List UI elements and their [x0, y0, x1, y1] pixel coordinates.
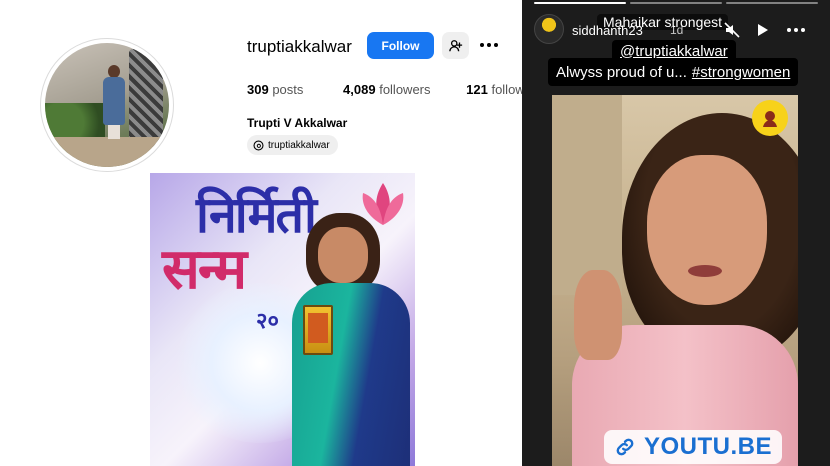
story-timestamp: 1d: [670, 23, 684, 37]
banner-title-line2: सन्म: [162, 236, 247, 302]
profile-avatar[interactable]: [40, 38, 174, 172]
link-sticker[interactable]: YOUTU.BE: [604, 430, 783, 464]
person-add-icon: [448, 39, 462, 51]
channel-logo: [752, 100, 788, 136]
link-sticker-label: YOUTU.BE: [644, 433, 773, 460]
story-panel[interactable]: Mahaikar strongest siddhanth23 1d @trupt…: [522, 0, 830, 466]
progress-segment: [726, 2, 818, 4]
story-user-avatar[interactable]: [534, 14, 564, 44]
more-horizontal-icon: [787, 28, 805, 32]
followers-stat[interactable]: 4,089 followers: [343, 82, 430, 97]
follow-button[interactable]: Follow: [367, 32, 434, 59]
suggest-accounts-button[interactable]: [442, 32, 469, 59]
play-icon: [758, 24, 768, 36]
profile-stats: 309 posts 4,089 followers 121 following: [247, 82, 523, 97]
play-button[interactable]: [750, 18, 774, 42]
following-stat[interactable]: 121 following: [466, 82, 523, 97]
more-options-button[interactable]: [477, 34, 501, 56]
progress-segment: [630, 2, 722, 4]
mute-button[interactable]: [720, 18, 744, 42]
profile-full-name: Trupti V Akkalwar: [247, 116, 348, 130]
muted-speaker-icon: [724, 22, 740, 38]
story-more-button[interactable]: [784, 18, 808, 42]
caption-text: Alwyss proud of u...: [556, 63, 687, 81]
banner-year: २०: [256, 309, 279, 334]
story-username[interactable]: siddhanth23: [572, 23, 643, 38]
story-video-frame: [552, 95, 798, 466]
mention-text: @truptiakkalwar: [620, 42, 728, 60]
progress-segment: [534, 2, 626, 4]
profile-username: truptiakkalwar: [247, 37, 352, 56]
more-horizontal-icon: [480, 43, 498, 47]
profile-panel: truptiakkalwar Follow 309 posts 4,089 fo…: [0, 0, 524, 466]
link-icon: [616, 438, 634, 456]
award-post-photo[interactable]: निर्मिती सन्म २०: [150, 173, 415, 466]
story-caption: Alwyss proud of u... #strongwomen: [548, 58, 799, 86]
threads-icon: [253, 139, 264, 151]
profile-avatar-photo: [45, 43, 169, 167]
trophy: [303, 305, 333, 355]
story-progress-bar: [534, 2, 818, 5]
hashtag-text[interactable]: #strongwomen: [692, 64, 790, 81]
posts-stat[interactable]: 309 posts: [247, 82, 303, 97]
threads-handle: truptiakkalwar: [268, 139, 330, 151]
threads-link-badge[interactable]: truptiakkalwar: [247, 135, 338, 155]
